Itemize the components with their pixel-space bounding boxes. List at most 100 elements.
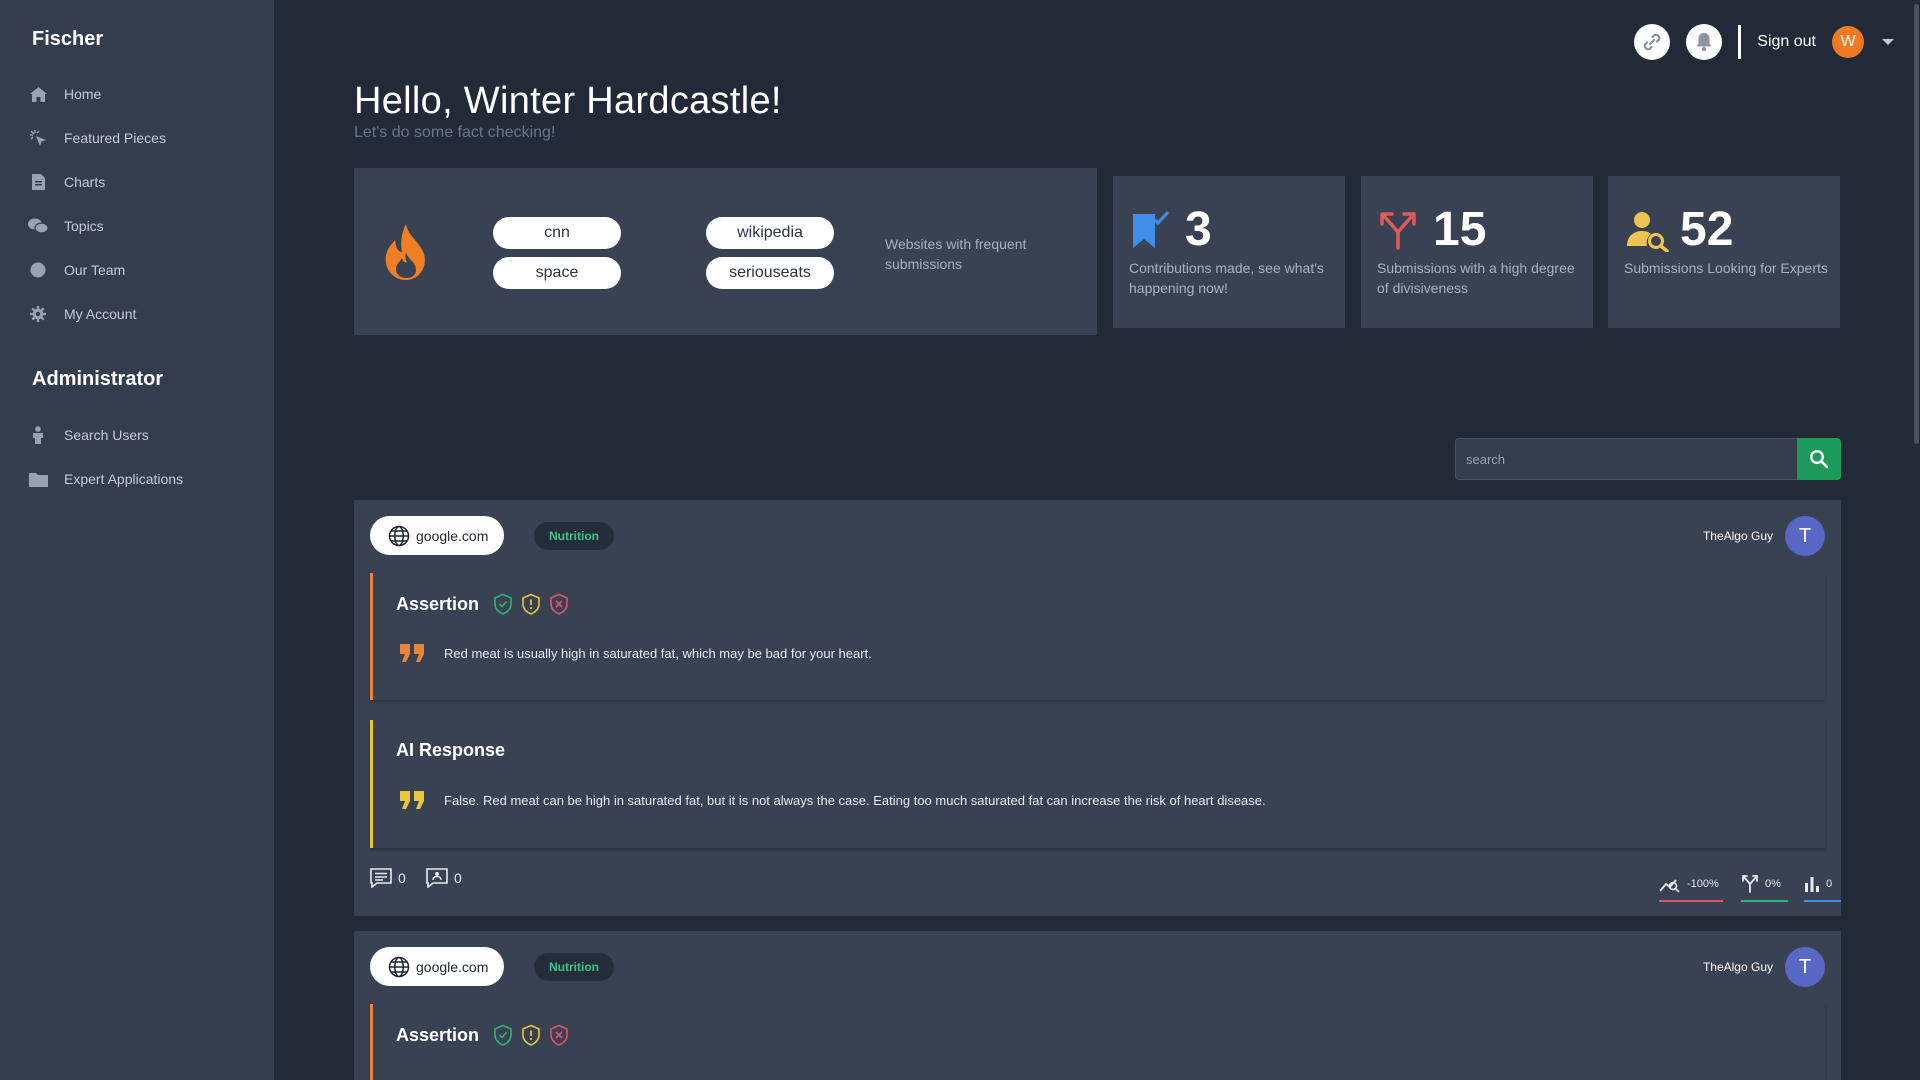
- site-pill-cnn[interactable]: cnn: [493, 217, 621, 249]
- author-avatar: T: [1785, 947, 1825, 987]
- shield-x-icon[interactable]: [549, 593, 569, 615]
- shield-check-icon[interactable]: [493, 593, 513, 615]
- sidebar-item-search-users[interactable]: Search Users: [0, 413, 274, 457]
- divisiveness-metric[interactable]: 0%: [1741, 866, 1788, 902]
- comment-count: 0: [398, 870, 406, 886]
- quote-icon: [400, 791, 426, 809]
- gear-icon: [28, 304, 48, 324]
- verdict-buttons: [493, 593, 569, 615]
- shield-warning-icon[interactable]: [521, 1024, 541, 1046]
- assertion-heading: Assertion: [396, 593, 569, 615]
- assertion-text: Red meat is usually high in saturated fa…: [444, 645, 872, 661]
- person-icon: [28, 425, 48, 445]
- comments-button[interactable]: 0: [370, 868, 406, 888]
- main-nav: Home Featured Pieces Charts Topics Our T…: [0, 72, 274, 336]
- sidebar-item-home[interactable]: Home: [0, 72, 274, 116]
- header-divider: [1738, 25, 1742, 59]
- split-arrows-icon: [1379, 210, 1419, 255]
- replies-button[interactable]: 0: [426, 868, 462, 888]
- stat-value: 52: [1680, 203, 1734, 256]
- site-pill-seriouseats[interactable]: seriouseats: [706, 257, 834, 289]
- home-icon: [28, 84, 48, 104]
- shield-x-icon[interactable]: [549, 1024, 569, 1046]
- source-pill[interactable]: google.com: [370, 516, 505, 555]
- assertion-block: Assertion: [370, 1004, 1825, 1080]
- globe-icon: [388, 956, 410, 978]
- sidebar-item-featured-pieces[interactable]: Featured Pieces: [0, 116, 274, 160]
- submission-card: google.com Nutrition TheAlgo Guy T Asser…: [354, 931, 1841, 1080]
- stat-card-experts[interactable]: 52 Submissions Looking for Experts: [1608, 176, 1840, 328]
- source-label: google.com: [416, 527, 489, 544]
- notifications-button[interactable]: [1686, 24, 1723, 60]
- stat-value: 3: [1185, 203, 1212, 256]
- folder-icon: [28, 469, 48, 489]
- sidebar-item-our-team[interactable]: Our Team: [0, 248, 274, 292]
- page-subtitle: Let's do some fact checking!: [354, 124, 556, 141]
- sidebar: Fischer Home Featured Pieces Charts Topi…: [0, 0, 274, 1080]
- document-icon: [28, 172, 48, 192]
- assertion-heading: Assertion: [396, 1024, 569, 1046]
- trend-metric[interactable]: -100%: [1659, 866, 1723, 902]
- user-avatar[interactable]: W: [1832, 26, 1864, 58]
- sidebar-item-label: Featured Pieces: [64, 130, 166, 146]
- stat-card-divisive[interactable]: 15 Submissions with a high degree of div…: [1361, 176, 1593, 328]
- ai-response-text: False. Red meat can be high in saturated…: [444, 792, 1266, 808]
- topic-tag[interactable]: Nutrition: [534, 522, 614, 550]
- feedback-icon: [426, 868, 448, 888]
- sidebar-item-my-account[interactable]: My Account: [0, 292, 274, 336]
- bar-chart-icon: [1804, 876, 1820, 892]
- sites-description: Websites with frequent submissions: [885, 236, 1027, 272]
- assertion-title: Assertion: [396, 593, 480, 614]
- chevron-down-icon[interactable]: [1882, 39, 1894, 45]
- divisiveness-underline: [1741, 900, 1788, 902]
- user-search-icon: [1626, 210, 1670, 257]
- ai-response-block: AI Response False. Red meat can be high …: [370, 720, 1825, 848]
- assertion-block: Assertion Red meat is usually high in sa…: [370, 573, 1825, 700]
- search-icon: [1809, 449, 1829, 469]
- author[interactable]: TheAlgo Guy T: [1703, 516, 1825, 556]
- sidebar-item-label: Topics: [64, 218, 104, 234]
- brand-name[interactable]: Fischer: [32, 28, 103, 51]
- chat-bubbles-icon: [28, 216, 48, 236]
- source-pill[interactable]: google.com: [370, 947, 505, 986]
- stat-description: Submissions with a high degree of divisi…: [1377, 260, 1575, 296]
- sidebar-item-label: Expert Applications: [64, 471, 184, 487]
- stat-description: Contributions made, see what's happening…: [1129, 260, 1324, 296]
- site-pill-wikipedia[interactable]: wikipedia: [706, 217, 834, 249]
- topic-tag[interactable]: Nutrition: [534, 953, 614, 981]
- link-button[interactable]: [1634, 24, 1671, 60]
- trend-underline: [1659, 900, 1723, 902]
- verdict-buttons: [493, 1024, 569, 1046]
- author-name: TheAlgo Guy: [1702, 529, 1773, 543]
- ai-response-title: AI Response: [396, 740, 506, 760]
- page-scrollbar[interactable]: [1912, 0, 1920, 1080]
- globe-icon: [388, 525, 410, 547]
- submission-card: google.com Nutrition TheAlgo Guy T Asser…: [354, 500, 1841, 916]
- search-input[interactable]: [1455, 438, 1797, 480]
- shield-warning-icon[interactable]: [521, 593, 541, 615]
- sign-out-link[interactable]: Sign out: [1757, 33, 1816, 51]
- admin-nav: Search Users Expert Applications: [0, 413, 274, 501]
- site-pill-space[interactable]: space: [493, 257, 621, 289]
- trend-value: -100%: [1687, 878, 1719, 890]
- votes-value: 0: [1826, 878, 1833, 890]
- votes-metric[interactable]: 0: [1804, 866, 1841, 902]
- stat-card-contributions[interactable]: 3 Contributions made, see what's happeni…: [1113, 176, 1345, 328]
- search-button[interactable]: [1797, 438, 1841, 480]
- sidebar-item-topics[interactable]: Topics: [0, 204, 274, 248]
- shield-check-icon[interactable]: [493, 1024, 513, 1046]
- author[interactable]: TheAlgo Guy T: [1703, 947, 1825, 987]
- sidebar-item-label: My Account: [64, 306, 137, 322]
- sidebar-item-label: Search Users: [64, 427, 149, 443]
- bookmark-check-icon: [1131, 210, 1171, 255]
- flame-icon: [380, 222, 432, 287]
- author-name: TheAlgo Guy: [1702, 960, 1773, 974]
- scrollbar-thumb[interactable]: [1914, 4, 1919, 444]
- split-arrows-icon: [1741, 875, 1759, 893]
- sidebar-item-expert-applications[interactable]: Expert Applications: [0, 457, 274, 501]
- sidebar-item-charts[interactable]: Charts: [0, 160, 274, 204]
- assertion-title: Assertion: [396, 1024, 480, 1045]
- assertion-quote: Red meat is usually high in saturated fa…: [400, 644, 872, 662]
- reply-count: 0: [454, 870, 462, 886]
- quote-icon: [400, 644, 426, 662]
